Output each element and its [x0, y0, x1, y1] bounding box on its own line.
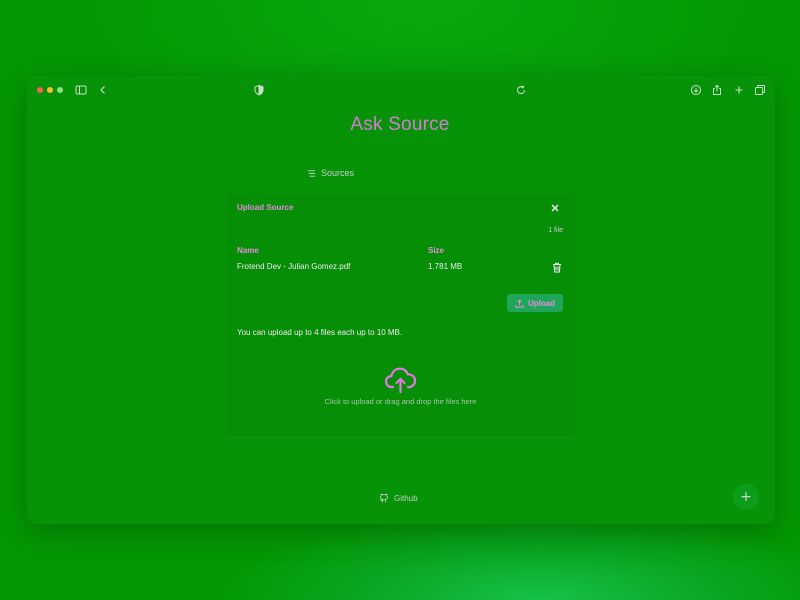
reload-icon[interactable] — [515, 84, 527, 96]
download-icon[interactable] — [690, 84, 702, 96]
plus-icon: + — [740, 489, 752, 505]
file-count: 1 file — [548, 227, 563, 234]
dropzone-text[interactable]: Click to upload or drag and drop the fil… — [226, 397, 575, 406]
tab-sources[interactable]: Sources — [307, 167, 354, 179]
tabs-overview-icon[interactable] — [754, 84, 766, 96]
shield-icon[interactable] — [253, 84, 265, 96]
back-icon[interactable] — [97, 84, 109, 96]
column-header-name: Name — [237, 246, 259, 255]
add-button[interactable]: + — [733, 484, 759, 510]
upload-icon — [515, 298, 524, 308]
share-icon[interactable] — [711, 84, 723, 96]
sidebar-icon[interactable] — [75, 84, 87, 96]
tab-sources-label: Sources — [321, 168, 355, 178]
minimize-window-button[interactable] — [47, 87, 53, 93]
title-bar — [27, 76, 775, 104]
upload-button-label: Upload — [527, 298, 556, 308]
list-icon — [307, 169, 316, 177]
panel-title: Upload Source — [237, 203, 294, 212]
github-link[interactable]: Github — [379, 493, 418, 503]
close-icon[interactable] — [550, 203, 562, 215]
github-icon — [379, 493, 388, 503]
page-title: Ask Source — [350, 114, 450, 135]
file-size: 1.781 MB — [428, 262, 463, 271]
cloud-upload-icon[interactable] — [384, 366, 417, 394]
upload-limit-text: You can upload up to 4 files each up to … — [237, 328, 403, 337]
new-tab-icon[interactable] — [733, 84, 745, 96]
zoom-window-button[interactable] — [57, 87, 63, 93]
column-header-size: Size — [428, 246, 445, 255]
trash-icon[interactable] — [552, 262, 563, 273]
upload-button[interactable]: Upload — [507, 294, 563, 312]
file-name: Frotend Dev - Julian Gomez.pdf — [237, 262, 351, 271]
github-label: Github — [394, 493, 418, 503]
close-window-button[interactable] — [37, 87, 43, 93]
